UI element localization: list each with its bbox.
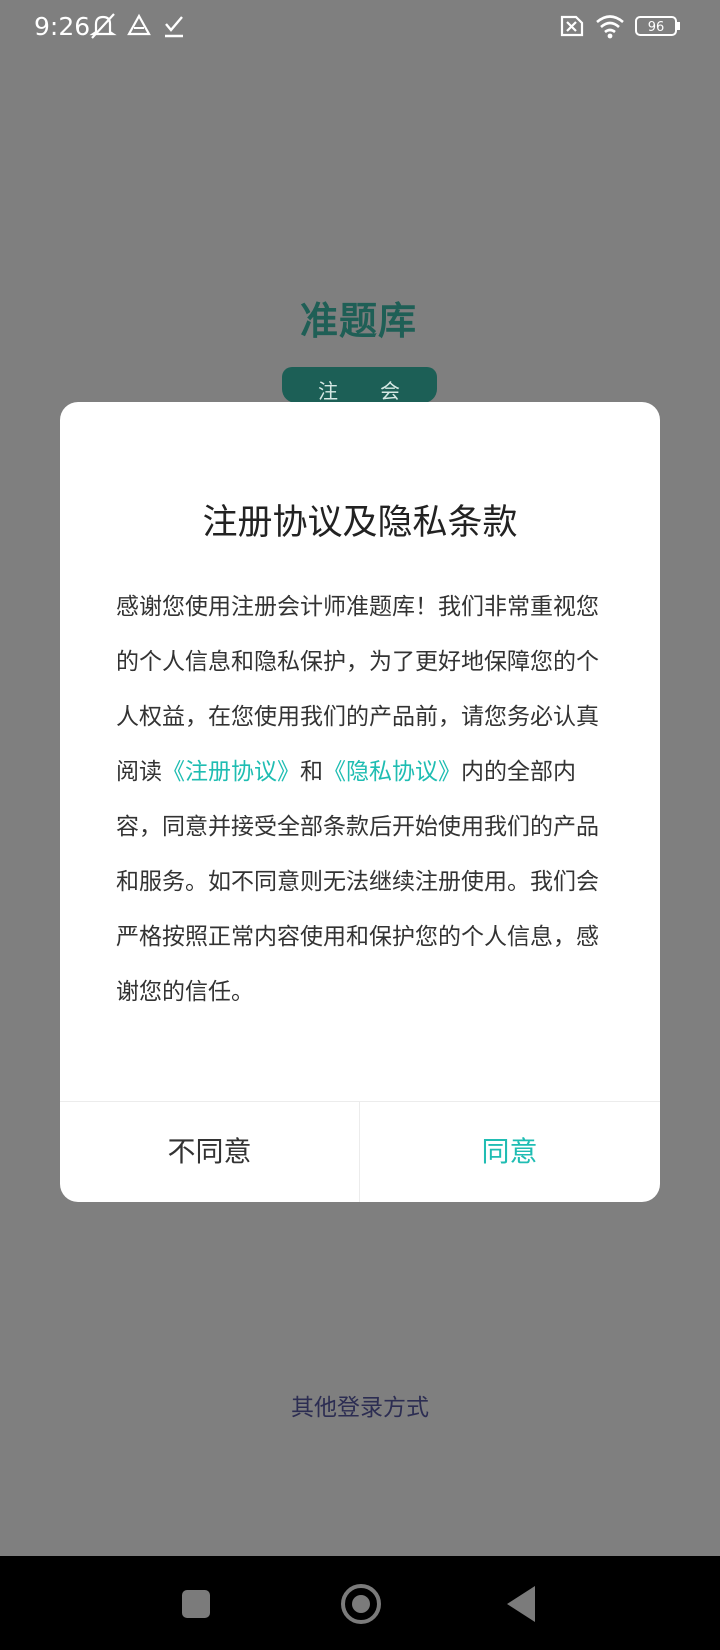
logo-tag: 注 会 (282, 367, 437, 403)
drive-icon (126, 12, 152, 44)
recents-icon[interactable] (182, 1590, 210, 1618)
app-logo: 准题库 (300, 299, 418, 343)
body-text-2: 内的全部内容，同意并接受全部条款后开始使用我们的产品和服务。如不同意则无法继续注… (116, 759, 599, 1005)
battery-level: 96 (648, 20, 665, 35)
disagree-button[interactable]: 不同意 (60, 1102, 359, 1202)
agree-button[interactable]: 同意 (360, 1102, 659, 1202)
dialog-title: 注册协议及隐私条款 (202, 503, 518, 543)
other-login-link[interactable]: 其他登录方式 (0, 1388, 720, 1422)
status-time: 9:26 (34, 12, 91, 41)
privacy-agreement-link[interactable]: 《隐私协议》 (323, 759, 461, 785)
home-dot-icon (352, 1595, 370, 1613)
privacy-dialog: 注册协议及隐私条款 感谢您使用注册会计师准题库！我们非常重视您的个人信息和隐私保… (60, 402, 660, 1202)
back-icon[interactable] (507, 1586, 535, 1622)
wifi-icon (594, 12, 626, 44)
logo-tag-right: 会 (380, 379, 400, 403)
sim-x-icon (556, 12, 586, 44)
register-agreement-link[interactable]: 《注册协议》 (162, 759, 300, 785)
battery-icon: 96 (634, 12, 682, 44)
logo-tag-left: 注 (318, 379, 338, 403)
status-bar: 9:26 96 (0, 0, 720, 56)
body-text-and: 和 (300, 759, 323, 785)
dialog-body: 感谢您使用注册会计师准题库！我们非常重视您的个人信息和隐私保护，为了更好地保障您… (116, 580, 606, 1020)
mute-bell-icon (88, 12, 118, 44)
download-done-icon (162, 12, 186, 44)
body-text-1: 感谢您使用注册会计师准题库！我们非常重视您的个人信息和隐私保护，为了更好地保障您… (116, 594, 599, 785)
